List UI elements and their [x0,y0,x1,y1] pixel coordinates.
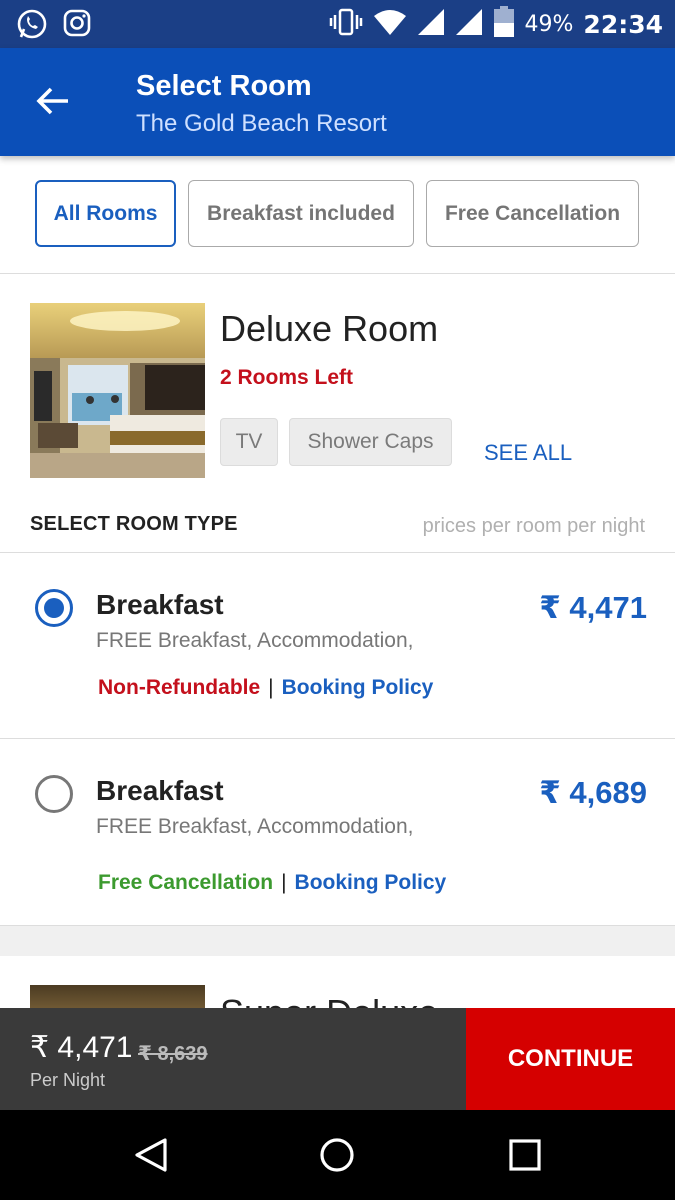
back-triangle-icon [135,1138,167,1172]
page-title: Select Room [136,70,312,102]
per-night-label: Per Night [30,1070,106,1090]
status-bar: 49% 22:34 [0,0,675,48]
continue-button[interactable]: CONTINUE [466,1008,675,1110]
room-name: Deluxe Room [220,308,439,349]
total-price: ₹ 4,471 [30,1031,133,1064]
recents-square-icon [509,1139,541,1171]
see-all-amenities-link[interactable]: SEE ALL [484,440,572,466]
wifi-icon [373,8,407,41]
battery-percent: 49% [524,11,574,37]
option-price: ₹ 4,689 [539,775,647,810]
home-circle-icon [320,1138,354,1172]
divider [0,738,675,739]
original-price: ₹ 8,639 [138,1043,208,1065]
option-price: ₹ 4,471 [539,590,647,625]
price-hint: prices per room per night [422,515,645,537]
option-policy-row: Non-Refundable | Booking Policy [98,676,433,700]
separator: | [281,871,287,894]
signal-icon [417,8,445,41]
option-title: Breakfast [96,589,224,620]
app-bar: Select Room The Gold Beach Resort [0,48,675,156]
option-policy-row: Free Cancellation | Booking Policy [98,871,446,895]
option-description: FREE Breakfast, Accommodation, [96,629,414,652]
room-photo[interactable] [30,303,205,478]
room-name: Super Deluxe [220,984,438,1010]
hotel-name: The Gold Beach Resort [136,110,387,137]
separator: | [268,676,274,699]
price-summary-bar: ₹ 4,471 ₹ 8,639 Per Night CONTINUE [0,1008,675,1110]
instagram-icon [62,8,92,45]
nav-recents-button[interactable] [502,1132,548,1178]
nav-home-button[interactable] [314,1132,360,1178]
free-cancellation-label: Free Cancellation [98,871,274,894]
battery-icon [493,5,515,43]
divider [0,552,675,553]
signal-icon [455,8,483,41]
arrow-left-icon [36,87,68,115]
non-refundable-label: Non-Refundable [98,676,261,699]
option-description: FREE Breakfast, Accommodation, [96,815,414,838]
section-gap [0,926,675,956]
booking-policy-link[interactable]: Booking Policy [295,871,447,895]
nav-back-button[interactable] [128,1132,174,1178]
whatsapp-icon [16,8,48,45]
amenity-tag: TV [220,418,278,466]
filter-bar: All Rooms Breakfast included Free Cancel… [0,156,675,274]
section-title: SELECT ROOM TYPE [30,513,238,535]
filter-free-cancellation[interactable]: Free Cancellation [426,180,639,247]
filter-all-rooms[interactable]: All Rooms [35,180,176,247]
vibrate-icon [329,7,363,42]
option-radio-selected[interactable] [35,589,73,627]
back-button[interactable] [28,78,78,124]
system-nav-bar [0,1110,675,1200]
booking-policy-link[interactable]: Booking Policy [282,676,434,700]
amenity-tag: Shower Caps [289,418,452,466]
clock: 22:34 [583,9,663,39]
filter-breakfast-included[interactable]: Breakfast included [188,180,414,247]
option-title: Breakfast [96,775,224,806]
rooms-left-badge: 2 Rooms Left [220,366,354,389]
option-radio[interactable] [35,775,73,813]
